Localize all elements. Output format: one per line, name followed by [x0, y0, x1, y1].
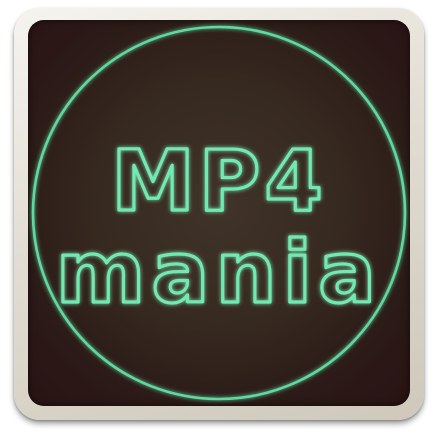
app-icon[interactable]: MP4 mania [14, 8, 424, 420]
logo-text-line1: MP4 [111, 132, 327, 230]
logo-graphic: MP4 mania [31, 25, 407, 401]
logo-text-line2: mania [56, 223, 382, 323]
icon-face: MP4 mania [28, 20, 410, 406]
